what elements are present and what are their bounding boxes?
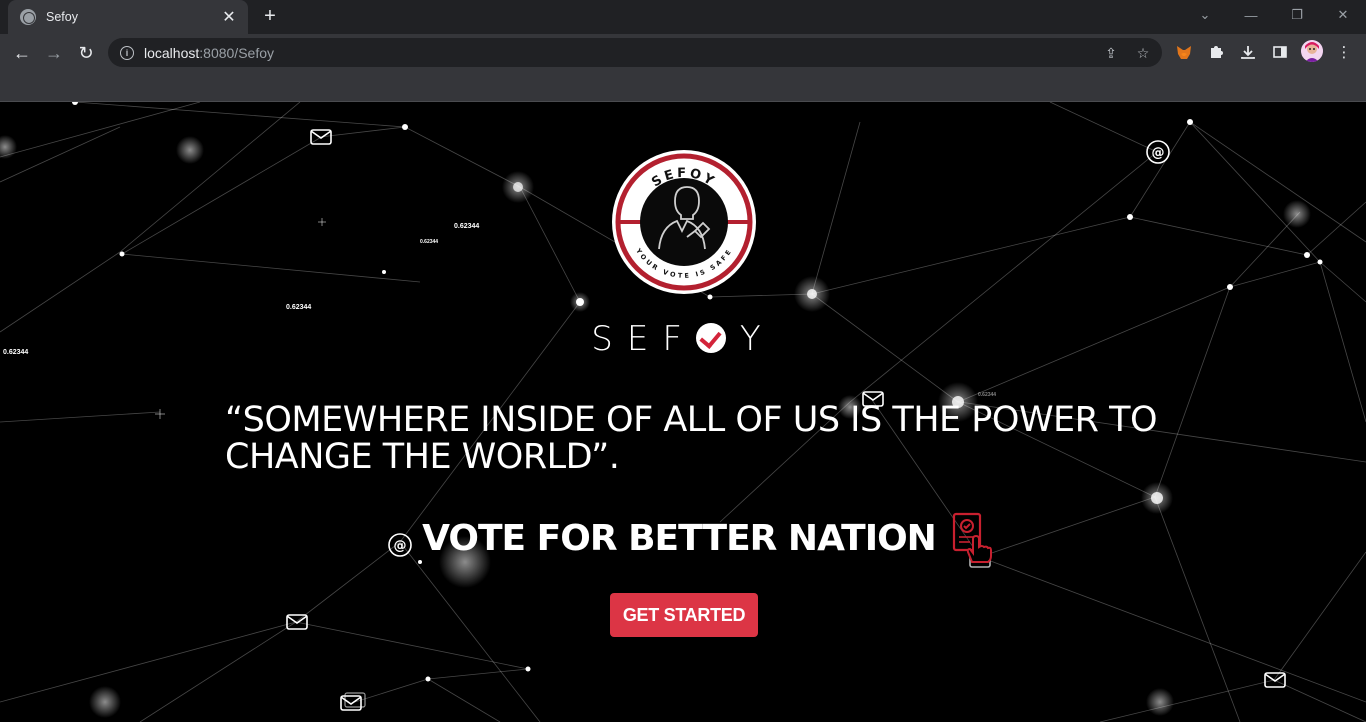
floating-number: 0.62344 (286, 304, 312, 311)
share-icon[interactable]: ⇪ (1102, 44, 1120, 62)
brand-text-end: Y (739, 319, 775, 359)
avatar[interactable] (1301, 40, 1323, 62)
download-icon[interactable] (1238, 42, 1258, 62)
plus-icon[interactable]: + (258, 4, 282, 28)
restore-icon[interactable]: ❐ (1274, 0, 1320, 30)
get-started-button[interactable]: GET STARTED (610, 593, 758, 637)
svg-text:@: @ (1152, 146, 1165, 161)
url-path: :8080/Sefoy (199, 44, 274, 61)
envelope-icon (340, 692, 366, 711)
browser-toolbar: ← → ↻ i localhost:8080/Sefoy ⇪ ☆ ⋮ (0, 34, 1366, 71)
tagline: VOTE FOR BETTER NATION (422, 517, 937, 559)
check-o-icon (695, 323, 726, 353)
envelope-icon (286, 614, 308, 630)
minimize-icon[interactable]: — (1228, 0, 1274, 30)
browser-tab[interactable]: Sefoy ✕ (8, 0, 248, 34)
reload-icon[interactable]: ↻ (72, 39, 100, 67)
tab-title: Sefoy (46, 10, 78, 24)
info-icon[interactable]: i (120, 45, 134, 60)
sidepanel-icon[interactable] (1270, 42, 1290, 62)
forward-arrow-icon[interactable]: → (40, 39, 68, 67)
address-bar[interactable]: i localhost:8080/Sefoy ⇪ ☆ (108, 38, 1162, 67)
globe-icon (20, 9, 36, 25)
sefoy-logo: SEFOY YOUR VOTE IS SAFE (612, 150, 756, 294)
url-host: localhost (144, 44, 200, 61)
chevron-down-icon[interactable]: ⌄ (1182, 0, 1228, 30)
brand-wordmark: SEF Y (0, 319, 1366, 359)
tagline-row: VOTE FOR BETTER NATION (0, 512, 1366, 564)
brand-text-start: SEF (591, 319, 696, 359)
star-icon[interactable]: ☆ (1134, 44, 1152, 62)
back-arrow-icon[interactable]: ← (8, 39, 36, 67)
floating-number: 0.62344 (454, 223, 480, 230)
envelope-icon (310, 129, 332, 145)
floating-number: 0.62344 (420, 239, 439, 245)
floating-number: 0.62344 (978, 392, 997, 398)
puzzle-icon[interactable] (1206, 42, 1226, 62)
envelope-icon (1264, 672, 1286, 688)
bookmark-bar (0, 71, 1366, 102)
close-icon[interactable]: ✕ (220, 8, 238, 26)
landing-page: @ @ 0.62344 0.62344 0.62344 0.62344 0.62… (0, 102, 1366, 722)
ballot-hand-icon (952, 512, 992, 563)
tab-strip: Sefoy ✕ + ⌄ — ❐ ✕ (0, 0, 1366, 34)
at-sign-icon: @ (1146, 140, 1170, 164)
hero-quote: “SOMEWHERE INSIDE OF ALL OF US IS THE PO… (225, 400, 1158, 477)
metamask-icon[interactable] (1174, 42, 1194, 62)
window-close-icon[interactable]: ✕ (1320, 0, 1366, 30)
kebab-menu-icon[interactable]: ⋮ (1334, 42, 1354, 62)
